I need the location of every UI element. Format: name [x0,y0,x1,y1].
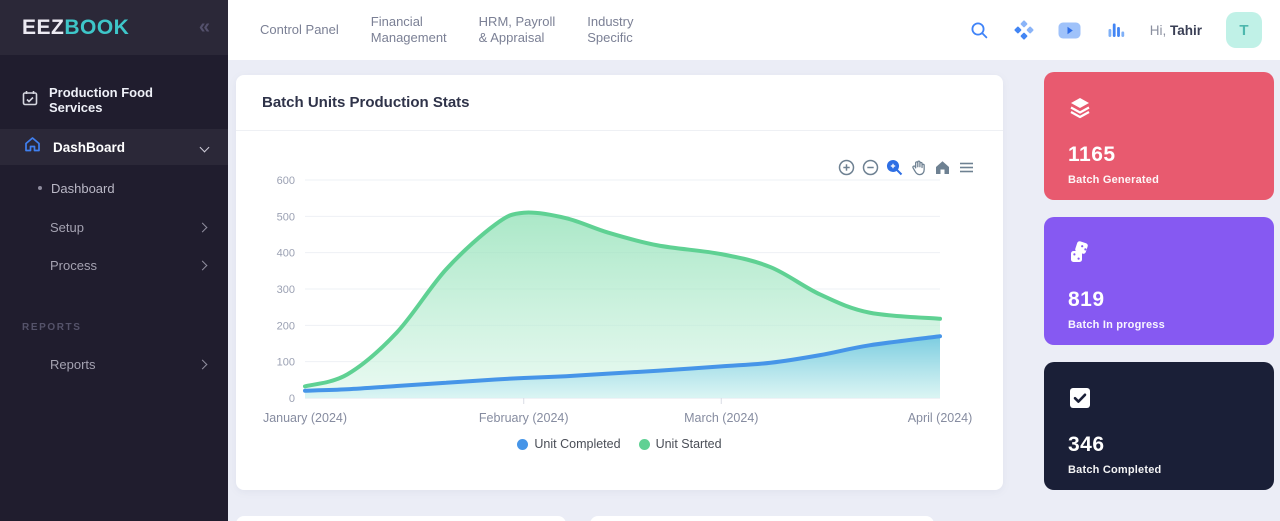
zoom-out-icon[interactable] [862,159,879,176]
nav-label: & Appraisal [479,30,556,46]
nav-item-hrm-payroll-appraisal[interactable]: HRM, Payroll & Appraisal [479,14,556,46]
svg-text:300: 300 [277,284,295,296]
reset-home-icon[interactable] [934,159,951,176]
user-name: Tahir [1170,23,1202,38]
svg-text:0: 0 [289,393,295,405]
app-logo[interactable]: EEZBOOK [22,16,129,40]
legend-item[interactable]: Unit Started [639,437,722,451]
legend-label: Unit Completed [534,437,620,451]
nav-label: Control Panel [260,22,339,38]
svg-text:March (2024): March (2024) [684,411,758,425]
user-greeting: Hi, Tahir [1150,23,1202,38]
sidebar-item-setup[interactable]: Setup [0,214,228,240]
layers-icon [1068,107,1092,124]
svg-text:100: 100 [277,357,295,369]
selection-zoom-icon[interactable] [886,159,903,176]
svg-text:500: 500 [277,211,295,223]
process-label: Process [50,258,199,273]
menu-icon[interactable] [958,159,975,176]
logo-strip: EEZBOOK « [0,0,228,55]
production-stats-chart: 0 100 200 300 400 500 600 January (2024) Februar… [236,131,1003,490]
sidebar-item-dashboard-parent[interactable]: DashBoard [0,129,228,165]
pan-icon[interactable] [910,159,927,176]
nav-label: Specific [587,30,633,46]
top-header: Control Panel Financial Management HRM, … [228,0,1280,60]
sidebar-item-process[interactable]: Process [0,252,228,278]
nav-item-financial-management[interactable]: Financial Management [371,14,447,46]
header-nav: Control Panel Financial Management HRM, … [228,0,634,60]
legend-label: Unit Started [656,437,722,451]
nav-label: HRM, Payroll [479,14,556,30]
chevron-right-icon [198,359,208,369]
dashboard-sub-label: Dashboard [51,181,206,196]
stat-card-batch-generated[interactable]: 1165 Batch Generated [1044,72,1274,200]
svg-text:600: 600 [277,175,295,187]
sidebar: EEZBOOK « Production Food Services DashB… [0,0,228,521]
calendar-check-icon [22,90,38,111]
search-icon[interactable] [970,20,990,40]
page: EEZBOOK « Production Food Services DashB… [0,0,1280,521]
home-icon [24,136,41,158]
zoom-in-icon[interactable] [838,159,855,176]
dashboard-parent-label: DashBoard [53,140,201,155]
setup-label: Setup [50,220,199,235]
reports-section-label: REPORTS [0,322,228,333]
stat-label: Batch Generated [1068,174,1250,186]
video-play-icon[interactable] [1058,20,1082,40]
partial-card [236,516,566,521]
sidebar-collapse-icon[interactable]: « [199,16,210,39]
chevron-right-icon [198,222,208,232]
stat-value: 1165 [1068,143,1250,167]
stat-card-batch-completed[interactable]: 346 Batch Completed [1044,362,1274,490]
chart-toolbar [838,159,975,176]
svg-text:200: 200 [277,320,295,332]
bar-chart-icon[interactable] [1106,20,1126,40]
sidebar-item-production-food-services[interactable]: Production Food Services [0,85,228,115]
logo-part1: EEZ [22,16,64,39]
nav-item-control-panel[interactable]: Control Panel [260,22,339,38]
stat-card-column: 1165 Batch Generated 819 Batch In progre… [1044,72,1274,507]
nav-label: Financial [371,14,447,30]
bullet-icon [38,186,42,190]
sidebar-item-reports[interactable]: Reports [0,351,228,377]
legend-dot-icon [639,439,650,450]
stat-value: 819 [1068,288,1250,312]
stat-card-batch-in-progress[interactable]: 819 Batch In progress [1044,217,1274,345]
dice-icon [1068,252,1092,269]
avatar[interactable]: T [1226,12,1262,48]
svg-text:February (2024): February (2024) [479,411,569,425]
greeting-prefix: Hi, [1150,23,1167,38]
stat-label: Batch In progress [1068,319,1250,331]
chart-card-title: Batch Units Production Stats [236,75,1003,131]
chart-legend: Unit Completed Unit Started [236,437,1003,451]
nav-item-industry-specific[interactable]: Industry Specific [587,14,633,46]
partial-card [590,516,934,521]
reports-label: Reports [50,357,199,372]
sidebar-item-dashboard[interactable]: Dashboard [0,175,228,201]
logo-part2: BOOK [64,16,129,39]
svg-text:400: 400 [277,248,295,260]
diamond-grid-icon[interactable] [1014,20,1034,40]
svg-text:April (2024): April (2024) [908,411,973,425]
chevron-down-icon [200,142,210,152]
header-actions: Hi, Tahir T [970,12,1280,48]
legend-item[interactable]: Unit Completed [517,437,620,451]
svg-text:January (2024): January (2024) [263,411,347,425]
chevron-right-icon [198,260,208,270]
stat-value: 346 [1068,433,1250,457]
legend-dot-icon [517,439,528,450]
nav-label: Management [371,30,447,46]
batch-units-production-stats-card: Batch Units Production Stats 0 100 200 300 4… [236,75,1003,490]
nav-label: Industry [587,14,633,30]
service-label: Production Food Services [49,85,206,115]
stat-label: Batch Completed [1068,464,1250,476]
check-square-icon [1068,397,1092,414]
